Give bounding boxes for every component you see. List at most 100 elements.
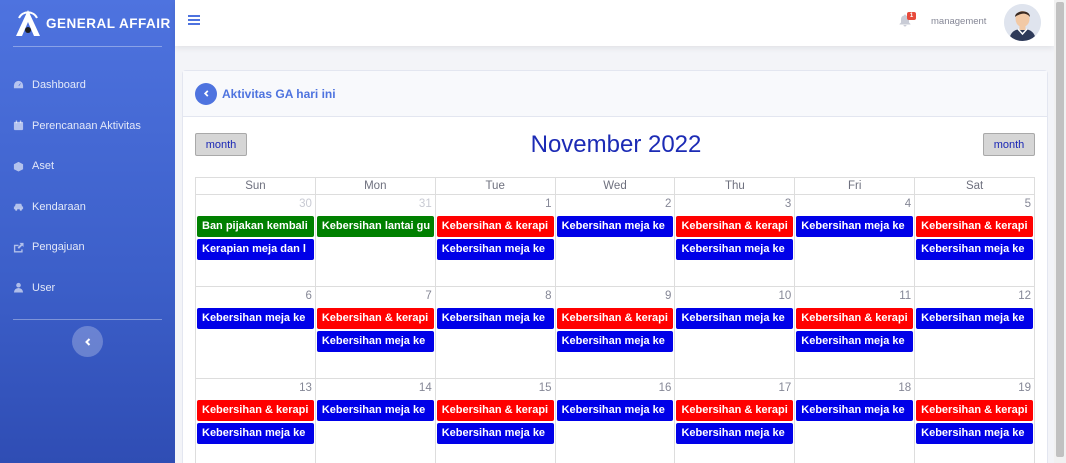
notification-count-badge: 1 [907,12,916,20]
calendar-day-cell[interactable]: 6 Kebersihan meja ke [196,287,316,379]
calendar-day-cell[interactable]: 12 Kebersihan meja ke [915,287,1036,379]
calendar-event[interactable]: Kebersihan meja ke [436,239,554,260]
calendar-day-cell[interactable]: 17 Kebersihan & kerapi Kebersihan meja ke [675,379,796,463]
calendar-event[interactable]: Kebersihan meja ke [796,331,914,352]
calendar-event[interactable]: Kebersihan meja ke [316,331,434,352]
brand-name: GENERAL AFFAIR [46,15,171,31]
calendar-event[interactable]: Ban pijakan kembali [197,216,314,237]
user-icon [13,282,24,293]
sidebar-item-label: User [32,281,56,294]
sidebar-item-label: Kendaraan [32,200,86,213]
calendar-event[interactable]: Kebersihan & kerapi [916,216,1034,237]
calendar-event[interactable]: Kebersihan meja ke [676,239,794,260]
notifications-button[interactable]: 1 [899,12,916,28]
sidebar-item-pengajuan[interactable]: Pengajuan [0,227,175,268]
calendar-event[interactable]: Kebersihan meja ke [436,308,554,329]
calendar-event[interactable]: Kebersihan & kerapi [676,400,794,421]
avatar[interactable] [1004,4,1041,41]
calendar-event[interactable]: Kebersihan meja ke [676,308,794,329]
calendar-day-cell[interactable]: 1 Kebersihan & kerapi Kebersihan meja ke [435,195,556,287]
sidebar-item-label: Dashboard [32,79,86,92]
day-events: Kebersihan & kerapi Kebersihan meja ke [436,216,554,262]
user-name[interactable]: management [931,16,986,27]
calendar-day-cell[interactable]: 10 Kebersihan meja ke [675,287,796,379]
calendar-event[interactable]: Kebersihan meja ke [556,216,674,237]
calendar-day-cell[interactable]: 9 Kebersihan & kerapi Kebersihan meja ke [555,287,676,379]
day-number: 7 [425,290,432,302]
day-number: 11 [899,290,912,302]
calendar-day-cell[interactable]: 5 Kebersihan & kerapi Kebersihan meja ke [915,195,1036,287]
calendar-event[interactable]: Kebersihan meja ke [556,331,674,352]
day-number: 8 [545,290,552,302]
sidebar-item-dashboard[interactable]: Dashboard [0,65,175,106]
sidebar-item-user[interactable]: User [0,268,175,309]
calendar-day-cell[interactable]: 30 Ban pijakan kembali Kerapian meja dan l [196,195,316,287]
calendar-event[interactable]: Kebersihan & kerapi [316,308,434,329]
calendar-day-cell[interactable]: 18 Kebersihan meja ke [795,379,916,463]
calendar-event[interactable]: Kebersihan meja ke [916,239,1034,260]
sidebar-item-aset[interactable]: Aset [0,146,175,187]
day-number: 2 [665,198,672,210]
calendar-event[interactable]: Kebersihan & kerapi [556,308,674,329]
back-button[interactable] [195,82,217,105]
calendar-event[interactable]: Kebersihan meja ke [676,423,794,444]
box-icon [13,161,24,172]
calendar-day-cell[interactable]: 19 Kebersihan & kerapi Kebersihan meja ke [915,379,1036,463]
day-events: Kebersihan meja ke [436,308,554,331]
day-number: 19 [1018,382,1032,394]
calendar-event[interactable]: Kebersihan meja ke [796,400,914,421]
calendar-day-cell[interactable]: 31 Kebersihan lantai gu [315,195,436,287]
calendar-event[interactable]: Kerapian meja dan l [197,239,314,260]
calendar-title: November 2022 [530,131,702,158]
day-number: 16 [658,382,672,394]
day-of-week-label: Sat [915,178,1036,195]
calendar-event[interactable]: Kebersihan & kerapi [197,400,314,421]
day-of-week-label: Tue [435,178,556,195]
calendar-event[interactable]: Kebersihan & kerapi [676,216,794,237]
calendar-day-cell[interactable]: 16 Kebersihan meja ke [556,379,676,463]
calendar-day-cell[interactable]: 2 Kebersihan meja ke [555,195,676,287]
calendar-day-cell[interactable]: 7 Kebersihan & kerapi Kebersihan meja ke [315,287,436,379]
calendar-event[interactable]: Kebersihan meja ke [197,423,314,444]
calendar-event[interactable]: Kebersihan meja ke [436,423,554,444]
day-events: Kebersihan & kerapi Kebersihan meja ke [197,400,314,446]
brand[interactable]: GENERAL AFFAIR [0,0,175,46]
sidebar-toggle-button[interactable] [72,326,103,357]
sidebar-item-perencanaan[interactable]: Perencanaan Aktivitas [0,106,175,147]
activities-card: Aktivitas GA hari ini November 2022 mont… [182,70,1048,463]
menu-toggle-icon[interactable] [188,15,200,25]
calendar-event[interactable]: Kebersihan lantai gu [316,216,434,237]
sidebar-divider [13,46,162,47]
page-scrollbar[interactable] [1054,0,1066,463]
calendar-event[interactable]: Kebersihan & kerapi [796,308,914,329]
calendar-event[interactable]: Kebersihan meja ke [916,308,1034,329]
card-title: Aktivitas GA hari ini [222,86,336,101]
calendar-event[interactable]: Kebersihan meja ke [316,400,434,421]
day-events: Kebersihan & kerapi Kebersihan meja ke [916,400,1034,446]
calendar-day-cell[interactable]: 8 Kebersihan meja ke [435,287,556,379]
calendar-event[interactable]: Kebersihan & kerapi [916,400,1034,421]
calendar-day-cell[interactable]: 11 Kebersihan & kerapi Kebersihan meja ke [795,287,916,379]
day-number: 4 [904,198,912,210]
calendar-event[interactable]: Kebersihan meja ke [916,423,1034,444]
calendar-event[interactable]: Kebersihan meja ke [197,308,314,329]
day-events: Kebersihan & kerapi Kebersihan meja ke [916,216,1034,262]
brand-logo-icon [16,10,40,36]
calendar-event[interactable]: Kebersihan meja ke [556,400,674,421]
dashboard-icon [13,80,24,91]
calendar-day-cell[interactable]: 3 Kebersihan & kerapi Kebersihan meja ke [675,195,796,287]
scrollbar-thumb[interactable] [1056,2,1064,457]
sidebar: GENERAL AFFAIR Dashboard Perencanaan Akt… [0,0,175,463]
calendar-day-cell[interactable]: 13 Kebersihan & kerapi Kebersihan meja ke [196,379,316,463]
day-of-week-label: Wed [555,178,676,195]
calendar-day-cell[interactable]: 15 Kebersihan & kerapi Kebersihan meja ke [436,379,556,463]
sidebar-item-kendaraan[interactable]: Kendaraan [0,187,175,228]
month-view-button[interactable]: month [195,133,247,156]
calendar-event[interactable]: Kebersihan meja ke [796,216,914,237]
calendar-event[interactable]: Kebersihan & kerapi [436,400,554,421]
calendar-event[interactable]: Kebersihan & kerapi [436,216,554,237]
calendar-day-cell[interactable]: 14 Kebersihan meja ke [316,379,436,463]
month-view-button[interactable]: month [983,133,1035,156]
calendar-grid: Sun Mon Tue Wed Thu Fri Sat 30 Ban pijakan kemb… [195,177,1036,463]
calendar-day-cell[interactable]: 4 Kebersihan meja ke [795,195,916,287]
